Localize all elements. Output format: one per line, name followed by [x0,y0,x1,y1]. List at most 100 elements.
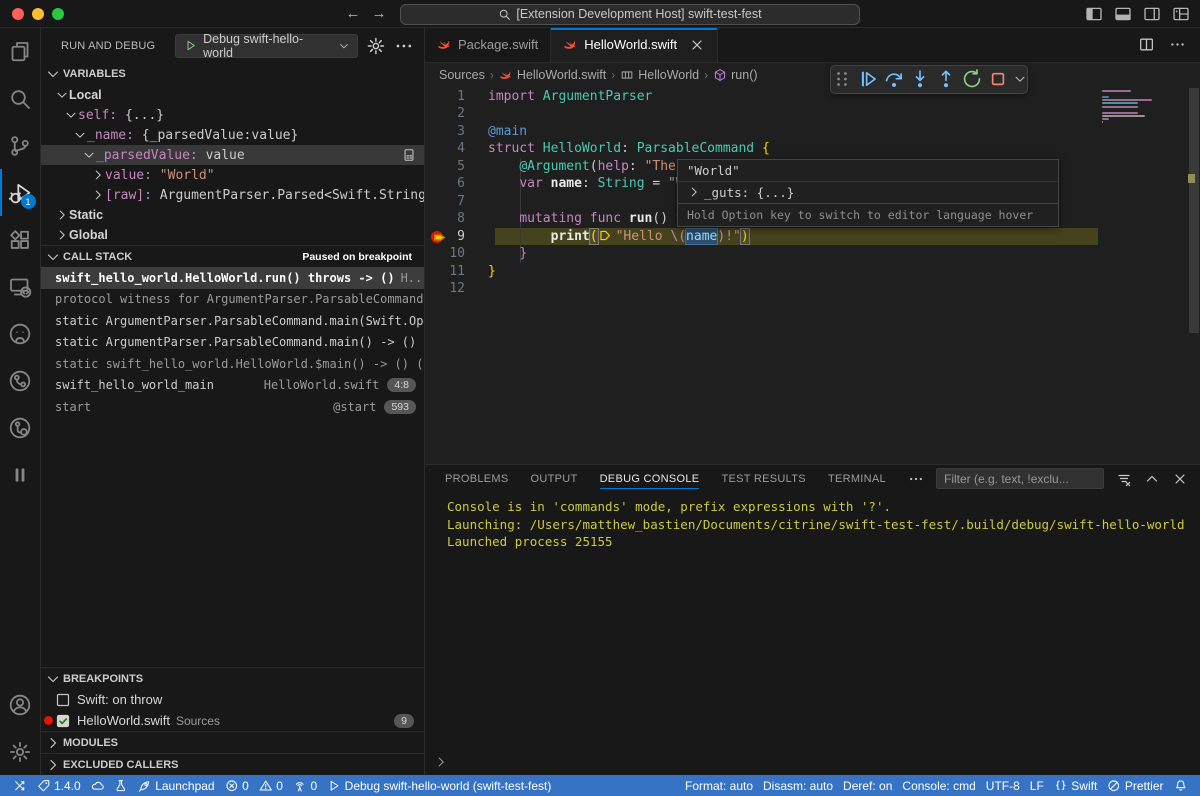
console-input-chevron-icon[interactable] [434,755,448,769]
toolbar-chevron-icon[interactable] [1013,68,1027,90]
toggle-primary-sidebar-button[interactable] [1085,5,1103,23]
activity-item-source-control[interactable] [0,122,41,169]
breakpoint-row[interactable]: HelloWorld.swiftSources9 [41,710,424,731]
activity-item-github[interactable] [0,310,41,357]
activity-item-commit-graph[interactable] [0,357,41,404]
step-out-button[interactable] [935,68,957,90]
variable-row[interactable]: Local [41,85,424,105]
call-stack-section-header[interactable]: CALL STACK Paused on breakpoint [41,245,424,267]
debug-config-dropdown[interactable]: Debug swift-hello-world [175,34,358,58]
console-filter-input[interactable] [936,468,1104,489]
status-debug-session[interactable]: Debug swift-hello-world (swift-test-fest… [322,775,556,796]
variable-row[interactable]: Static [41,205,424,225]
code-editor[interactable]: 1import ArgumentParser23@main4struct Hel… [425,88,1200,464]
checkbox-checked-icon[interactable] [55,713,71,729]
panel-more-actions-icon[interactable] [908,471,924,487]
status-ports[interactable]: 0 [288,775,322,796]
activity-item-search[interactable] [0,75,41,122]
panel-tab-output[interactable]: OUTPUT [531,465,578,492]
status-prettier[interactable]: Prettier [1102,775,1168,796]
breakpoints-section-header[interactable]: BREAKPOINTS [41,667,424,689]
command-center-search[interactable]: [Extension Development Host] swift-test-… [400,4,860,25]
zoom-window-button[interactable] [52,8,64,20]
sidebar-more-actions-button[interactable] [394,36,414,56]
status-eol[interactable]: LF [1025,775,1049,796]
step-over-button[interactable] [883,68,905,90]
status-publish[interactable] [86,775,110,796]
status-console-mode[interactable]: Console: cmd [897,775,980,796]
variable-row[interactable]: Global [41,225,424,245]
call-stack-frame[interactable]: static ArgumentParser.ParsableCommand.ma… [41,310,424,332]
variable-row[interactable]: value: "World" [41,165,424,185]
variable-row[interactable]: _parsedValue: value [41,145,424,165]
close-panel-icon[interactable] [1172,471,1188,487]
back-button[interactable]: ← [342,4,364,24]
variable-row[interactable]: self: {...} [41,105,424,125]
minimize-window-button[interactable] [32,8,44,20]
minimap[interactable] [1102,90,1186,128]
status-launchpad[interactable]: Launchpad [133,775,220,796]
editor-scrollbar[interactable] [1188,88,1200,464]
call-stack-frame[interactable]: protocol witness for ArgumentParser.Pars… [41,289,424,311]
call-stack-frame[interactable]: static ArgumentParser.ParsableCommand.ma… [41,332,424,354]
activity-item-remote-explorer[interactable] [0,263,41,310]
activity-item-explorer[interactable] [0,28,41,75]
customize-layout-button[interactable] [1172,5,1190,23]
status-disasm-mode[interactable]: Disasm: auto [758,775,838,796]
status-notifications[interactable] [1169,775,1193,796]
step-into-button[interactable] [909,68,931,90]
call-stack-frame[interactable]: start@start593 [41,396,424,418]
call-stack-frame[interactable]: swift_hello_world_mainHelloWorld.swift4:… [41,375,424,397]
editor-more-actions-button[interactable] [1169,36,1186,53]
variable-row[interactable]: _name: {_parsedValue:value} [41,125,424,145]
activity-item-manage-settings[interactable] [0,728,41,775]
status-encoding[interactable]: UTF-8 [981,775,1025,796]
current-breakpoint-icon[interactable] [431,230,447,244]
restart-button[interactable] [961,68,983,90]
excluded-callers-section-header[interactable]: EXCLUDED CALLERS [41,753,424,775]
breakpoint-row[interactable]: Swift: on throw [41,689,424,710]
stop-button[interactable] [987,68,1009,90]
status-deref-mode[interactable]: Deref: on [838,775,897,796]
panel-tab-problems[interactable]: PROBLEMS [445,465,509,492]
panel-tab-terminal[interactable]: TERMINAL [828,465,886,492]
tab-helloworld-swift[interactable]: HelloWorld.swift [551,28,718,62]
maximize-panel-icon[interactable] [1144,471,1160,487]
breadcrumb-item[interactable]: HelloWorld [620,68,699,82]
variable-row[interactable]: [raw]: ArgumentParser.Parsed<Swift.Strin… [41,185,424,205]
binary-view-icon[interactable] [402,148,416,162]
continue-button[interactable] [857,68,879,90]
breadcrumb-item[interactable]: Sources [439,68,485,82]
activity-item-run-and-debug[interactable]: 1 [0,169,41,216]
activity-item-extensions[interactable] [0,216,41,263]
checkbox-unchecked-icon[interactable] [55,692,71,708]
panel-tab-debug-console[interactable]: DEBUG CONSOLE [600,465,700,492]
tab-package-swift[interactable]: Package.swift [425,28,551,62]
hover-child-row[interactable]: _guts: {...} [678,182,1058,203]
panel-tab-test-results[interactable]: TEST RESULTS [721,465,806,492]
clear-filter-icon[interactable] [1116,471,1132,487]
breadcrumb-item[interactable]: HelloWorld.swift [499,68,606,82]
debug-settings-gear-button[interactable] [366,36,386,56]
split-editor-button[interactable] [1138,36,1155,53]
start-debug-icon[interactable] [184,39,197,52]
status-warnings[interactable]: 0 [254,775,288,796]
activity-item-pause-extension[interactable] [0,451,41,498]
modules-section-header[interactable]: MODULES [41,731,424,753]
call-stack-frame[interactable]: swift_hello_world.HelloWorld.run() throw… [41,267,424,289]
toggle-secondary-sidebar-button[interactable] [1143,5,1161,23]
close-window-button[interactable] [12,8,24,20]
toggle-panel-button[interactable] [1114,5,1132,23]
activity-item-accounts[interactable] [0,681,41,728]
forward-button[interactable]: → [368,4,390,24]
call-stack-frame[interactable]: static swift_hello_world.HelloWorld.$mai… [41,353,424,375]
status-remote-indicator[interactable] [8,775,32,796]
status-tests[interactable] [109,775,133,796]
status-version-tag[interactable]: 1.4.0 [32,775,86,796]
breadcrumb-item[interactable]: run() [713,68,757,82]
status-language-mode[interactable]: Swift [1049,775,1103,796]
variables-section-header[interactable]: VARIABLES [41,63,424,85]
close-icon[interactable] [689,37,705,53]
status-format-mode[interactable]: Format: auto [680,775,758,796]
status-errors[interactable]: 0 [220,775,254,796]
